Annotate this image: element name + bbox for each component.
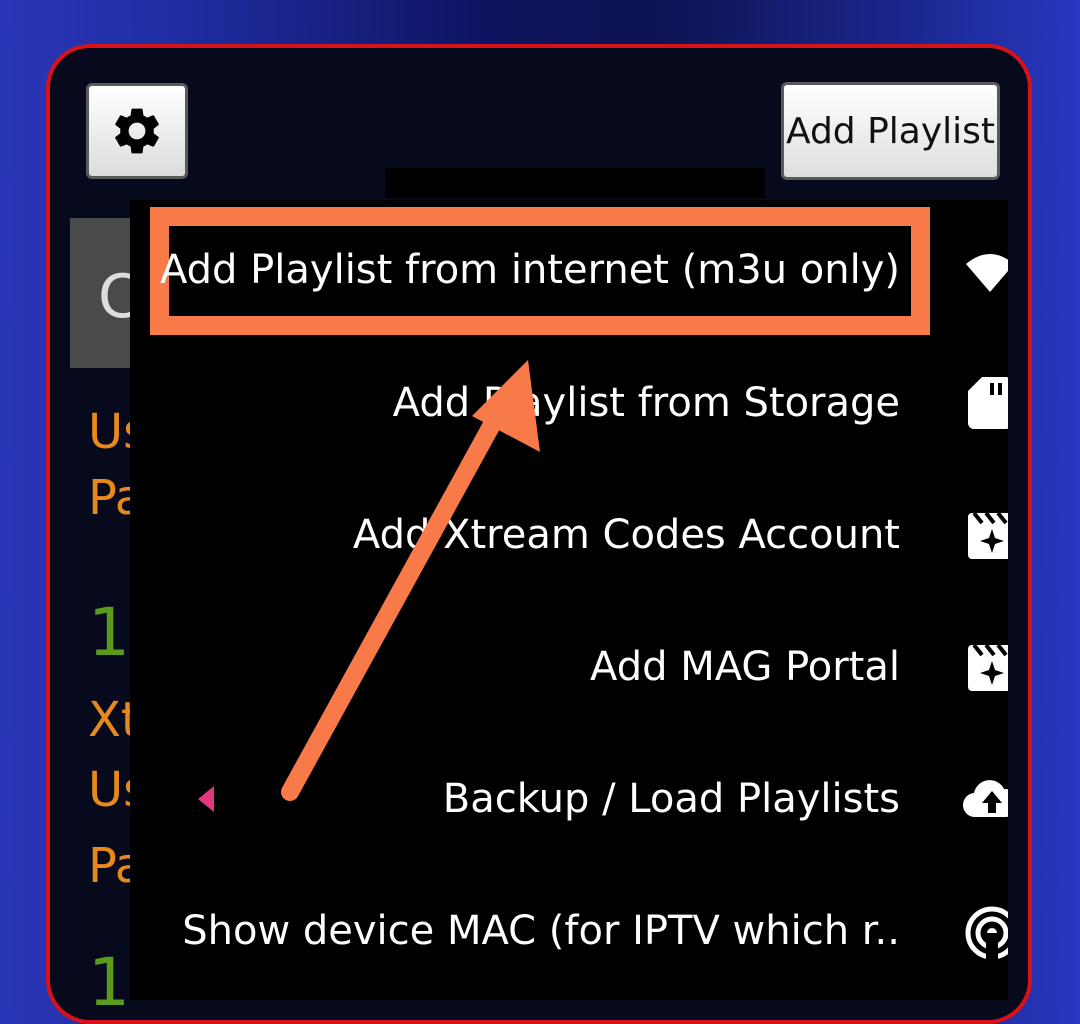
menu-item-label: Add Playlist from internet (m3u only) — [160, 247, 900, 293]
settings-button[interactable] — [86, 83, 188, 179]
submenu-caret-icon — [198, 786, 214, 812]
menu-item-mag-portal[interactable]: Add MAG Portal — [130, 602, 1008, 732]
menu-item-label: Add Playlist from Storage — [392, 380, 900, 426]
wifi-icon — [966, 254, 1008, 292]
sd-card-icon — [968, 377, 1008, 429]
add-playlist-button[interactable]: Add Playlist — [781, 82, 1000, 180]
add-playlist-menu: Add Playlist from internet (m3u only) Ad… — [130, 200, 1008, 1000]
menu-item-label: Backup / Load Playlists — [442, 776, 900, 822]
menu-item-label: Add Xtream Codes Account — [352, 512, 900, 558]
menu-item-label: Add MAG Portal — [590, 644, 900, 690]
menu-item-add-from-internet[interactable]: Add Playlist from internet (m3u only) — [130, 205, 1008, 335]
menu-item-add-from-storage[interactable]: Add Playlist from Storage — [130, 338, 1008, 468]
menu-item-backup-load[interactable]: Backup / Load Playlists — [130, 734, 1008, 864]
menu-item-xtream-codes[interactable]: Add Xtream Codes Account — [130, 470, 1008, 600]
movie-clapper-icon — [968, 511, 1008, 559]
movie-clapper-icon — [968, 643, 1008, 691]
gear-icon — [115, 108, 159, 154]
bg-list-number: 1 — [88, 594, 130, 671]
bg-list-number: 1 — [88, 944, 130, 1021]
menu-item-label: Show device MAC (for IPTV which r.. — [182, 908, 900, 954]
menu-item-show-mac[interactable]: Show device MAC (for IPTV which r.. — [130, 866, 1008, 996]
header-bar — [385, 168, 765, 198]
cloud-upload-icon — [963, 780, 1008, 818]
broadcast-icon — [965, 906, 1008, 959]
